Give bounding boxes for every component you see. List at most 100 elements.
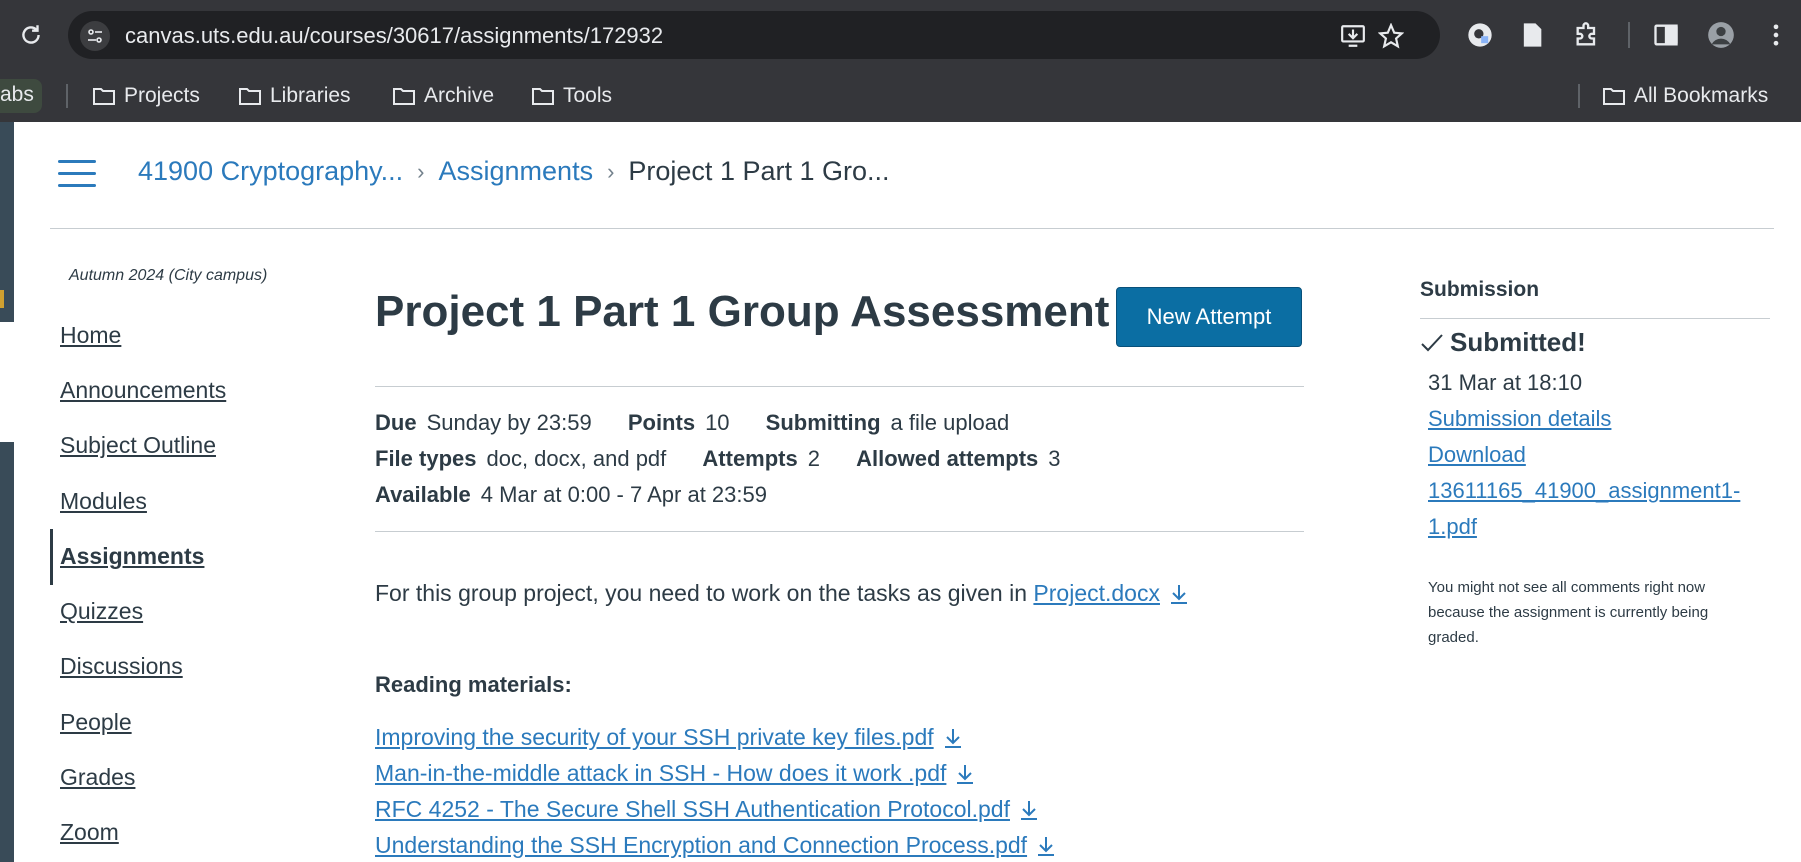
download-link[interactable]: Download bbox=[1428, 442, 1526, 468]
check-icon bbox=[1421, 333, 1443, 351]
bookmark-folder-libraries[interactable]: Libraries bbox=[238, 80, 351, 112]
bookmark-label: All Bookmarks bbox=[1634, 84, 1769, 107]
course-nav-people[interactable]: People bbox=[60, 709, 132, 736]
new-attempt-button[interactable]: New Attempt bbox=[1116, 287, 1302, 347]
course-nav-subject-outline[interactable]: Subject Outline bbox=[60, 432, 216, 459]
breadcrumb-course[interactable]: 41900 Cryptography... bbox=[138, 156, 403, 187]
reading-materials-heading: Reading materials: bbox=[375, 672, 572, 697]
bookmark-folder-projects[interactable]: Projects bbox=[92, 80, 200, 112]
folder-icon bbox=[532, 88, 554, 105]
file-types-value: doc, docx, and pdf bbox=[486, 446, 667, 471]
submitting-value: a file upload bbox=[890, 410, 1010, 435]
course-term: Autumn 2024 (City campus) bbox=[69, 267, 268, 284]
course-nav-assignments[interactable]: Assignments bbox=[60, 543, 204, 570]
address-bar[interactable]: canvas.uts.edu.au/courses/30617/assignme… bbox=[68, 11, 1440, 59]
due-label: Due bbox=[375, 410, 417, 435]
course-nav-zoom[interactable]: Zoom bbox=[60, 819, 119, 846]
nav-active-indicator bbox=[50, 529, 53, 585]
course-nav-modules[interactable]: Modules bbox=[60, 488, 147, 515]
submission-details-link[interactable]: Submission details bbox=[1428, 406, 1611, 432]
chevron-right-icon: › bbox=[417, 158, 425, 184]
reading-file-item: Understanding the SSH Encryption and Con… bbox=[375, 832, 1057, 859]
attempts-value: 2 bbox=[807, 446, 820, 471]
password-manager-icon[interactable] bbox=[1466, 21, 1494, 49]
extensions-icon[interactable] bbox=[1573, 21, 1601, 49]
browser-menu-icon[interactable] bbox=[1762, 21, 1790, 49]
submitted-file-link[interactable]: 13611165_41900_assignment1- bbox=[1428, 478, 1740, 504]
details-row-2: File types doc, docx, and pdf Attempts 2 A… bbox=[375, 446, 1091, 472]
reading-file-item: RFC 4252 - The Secure Shell SSH Authenti… bbox=[375, 796, 1040, 823]
install-app-icon[interactable] bbox=[1340, 23, 1366, 49]
course-nav-announcements[interactable]: Announcements bbox=[60, 377, 226, 404]
nav-indicator bbox=[0, 290, 4, 308]
bookmark-label: Libraries bbox=[270, 84, 351, 107]
folder-icon bbox=[393, 88, 415, 105]
details-bottom-divider bbox=[375, 531, 1304, 532]
bookmark-folder-archive[interactable]: Archive bbox=[392, 80, 494, 112]
download-icon[interactable] bbox=[954, 762, 976, 786]
site-info-icon[interactable] bbox=[80, 21, 110, 51]
url-text[interactable]: canvas.uts.edu.au/courses/30617/assignme… bbox=[125, 23, 663, 49]
nav-active-notch bbox=[0, 322, 14, 442]
document-icon[interactable] bbox=[1518, 21, 1546, 49]
assignment-description: For this group project, you need to work… bbox=[375, 580, 1190, 607]
course-nav-quizzes[interactable]: Quizzes bbox=[60, 598, 143, 625]
course-nav-grades[interactable]: Grades bbox=[60, 764, 135, 791]
download-icon[interactable] bbox=[1018, 798, 1040, 822]
bookmarks-divider bbox=[66, 84, 68, 108]
bookmarks-divider bbox=[1578, 84, 1580, 108]
page-title: Project 1 Part 1 Group Assessment bbox=[375, 287, 1110, 336]
points-label: Points bbox=[627, 410, 696, 435]
comments-note: You might not see all comments right now… bbox=[1428, 579, 1709, 646]
global-nav-strip bbox=[0, 122, 14, 862]
bookmarks-bar: abs Projects Libraries Archive Tools All… bbox=[0, 70, 1801, 122]
course-nav-discussions[interactable]: Discussions bbox=[60, 653, 183, 680]
reading-file-link[interactable]: RFC 4252 - The Secure Shell SSH Authenti… bbox=[375, 796, 1010, 823]
bookmark-label: Projects bbox=[124, 84, 200, 107]
folder-icon bbox=[93, 88, 115, 105]
project-docx-link[interactable]: Project.docx bbox=[1033, 580, 1160, 607]
reading-file-item: Improving the security of your SSH priva… bbox=[375, 724, 964, 751]
download-icon[interactable] bbox=[1035, 834, 1057, 858]
download-icon[interactable] bbox=[942, 726, 964, 750]
allowed-attempts-value: 3 bbox=[1048, 446, 1061, 471]
submission-status: Submitted! bbox=[1420, 327, 1586, 358]
allowed-attempts-label: Allowed attempts bbox=[856, 446, 1039, 471]
details-row-3: Available 4 Mar at 0:00 - 7 Apr at 23:59 bbox=[375, 482, 797, 508]
bookmark-label: Tools bbox=[563, 84, 613, 107]
file-types-label: File types bbox=[375, 446, 477, 471]
reading-file-link[interactable]: Man-in-the-middle attack in SSH - How do… bbox=[375, 760, 946, 787]
tab-group-label[interactable]: abs bbox=[0, 79, 42, 113]
due-value: Sunday by 23:59 bbox=[426, 410, 592, 435]
hamburger-menu-icon[interactable] bbox=[58, 160, 96, 190]
toolbar-divider bbox=[1628, 22, 1630, 48]
submission-date: 31 Mar at 18:10 bbox=[1428, 370, 1583, 395]
side-panel-icon[interactable] bbox=[1652, 21, 1680, 49]
points-value: 10 bbox=[705, 410, 730, 435]
reading-file-link[interactable]: Improving the security of your SSH priva… bbox=[375, 724, 934, 751]
bookmark-folder-tools[interactable]: Tools bbox=[531, 80, 612, 112]
submitted-file-link-cont[interactable]: 1.pdf bbox=[1428, 514, 1477, 540]
bookmark-star-icon[interactable] bbox=[1378, 23, 1404, 49]
reading-file-link[interactable]: Understanding the SSH Encryption and Con… bbox=[375, 832, 1027, 859]
breadcrumb-current: Project 1 Part 1 Gro... bbox=[628, 156, 890, 186]
download-icon[interactable] bbox=[1168, 582, 1190, 606]
bookmark-label: Archive bbox=[424, 84, 495, 107]
folder-icon bbox=[1603, 88, 1625, 105]
intro-text: For this group project, you need to work… bbox=[375, 580, 1028, 606]
breadcrumb-assignments[interactable]: Assignments bbox=[439, 156, 594, 187]
browser-toolbar: canvas.uts.edu.au/courses/30617/assignme… bbox=[0, 0, 1801, 70]
profile-avatar-icon[interactable] bbox=[1707, 21, 1735, 49]
submission-divider bbox=[1420, 318, 1770, 319]
available-label: Available bbox=[375, 482, 471, 507]
details-top-divider bbox=[375, 386, 1304, 387]
reload-icon[interactable] bbox=[18, 22, 44, 48]
reading-file-item: Man-in-the-middle attack in SSH - How do… bbox=[375, 760, 976, 787]
attempts-label: Attempts bbox=[702, 446, 798, 471]
folder-icon bbox=[239, 88, 261, 105]
all-bookmarks-button[interactable]: All Bookmarks bbox=[1602, 80, 1768, 112]
course-nav-home[interactable]: Home bbox=[60, 322, 121, 349]
header-divider bbox=[50, 228, 1774, 229]
details-row-1: Due Sunday by 23:59 Points 10 Submitting a … bbox=[375, 410, 1039, 436]
chevron-right-icon: › bbox=[607, 158, 615, 184]
